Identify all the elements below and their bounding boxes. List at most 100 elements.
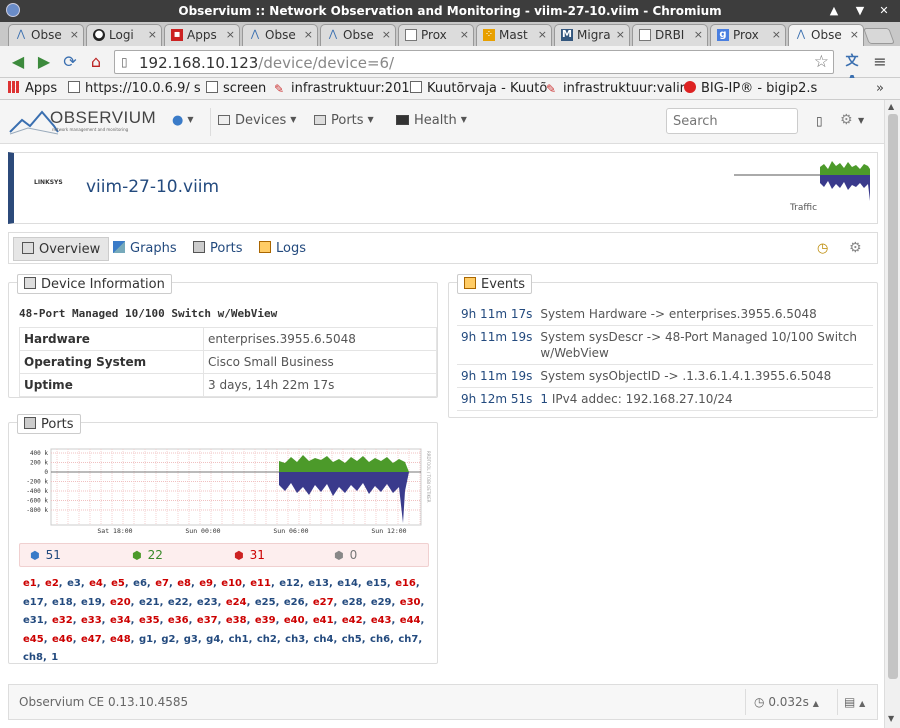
close-icon[interactable]: × — [226, 28, 235, 41]
bookmark-item[interactable]: https://10.0.6.9/ s — [68, 81, 201, 96]
port-link[interactable]: ch3 — [285, 634, 305, 645]
port-link[interactable]: e20 — [110, 597, 131, 608]
nav-ports[interactable]: Ports ▼ — [314, 113, 374, 128]
scroll-down-icon[interactable]: ▼ — [888, 714, 894, 723]
port-link[interactable]: e43 — [371, 615, 392, 626]
port-link[interactable]: ch7 — [398, 634, 418, 645]
mobile-icon[interactable]: ▯ — [816, 114, 823, 128]
port-link[interactable]: e22 — [168, 597, 189, 608]
translate-icon[interactable]: 文A — [842, 52, 862, 89]
browser-tab[interactable]: ▪ Apps × — [164, 24, 240, 46]
port-link[interactable]: e2 — [45, 578, 59, 589]
observium-logo[interactable]: OBSERVIUM network management and monitor… — [8, 106, 158, 138]
port-link[interactable]: ch2 — [257, 634, 277, 645]
port-link[interactable]: e19 — [81, 597, 102, 608]
port-link[interactable]: e37 — [197, 615, 218, 626]
device-hostname[interactable]: viim-27-10.viim — [86, 177, 219, 197]
bookmark-item[interactable]: BIG-IP® - bigip2.s — [684, 81, 817, 96]
port-link[interactable]: e25 — [255, 597, 276, 608]
address-bar[interactable]: ▯ 192.168.10.123/device/device=6/ ☆ — [114, 50, 834, 74]
tab-overview[interactable]: Overview — [13, 237, 110, 261]
port-link[interactable]: e30 — [400, 597, 421, 608]
port-link[interactable]: e4 — [89, 578, 103, 589]
port-link[interactable]: g2 — [161, 634, 175, 645]
port-link[interactable]: e39 — [255, 615, 276, 626]
ports-down-count[interactable]: ⬢ 31 — [234, 548, 265, 562]
clock-icon[interactable]: ◷ — [817, 241, 828, 256]
port-link[interactable]: ch1 — [229, 634, 249, 645]
port-link[interactable]: e1 — [23, 578, 37, 589]
port-link[interactable]: e44 — [400, 615, 421, 626]
port-link[interactable]: e15 — [366, 578, 387, 589]
window-up-icon[interactable]: ▲ — [826, 3, 842, 19]
close-icon[interactable]: × — [616, 28, 625, 41]
port-link[interactable]: e28 — [342, 597, 363, 608]
bookmark-star-icon[interactable]: ☆ — [814, 52, 829, 72]
port-link[interactable]: e17 — [23, 597, 44, 608]
port-link[interactable]: e8 — [177, 578, 191, 589]
port-link[interactable]: g3 — [184, 634, 198, 645]
port-link[interactable]: ch8 — [23, 652, 43, 663]
port-link[interactable]: e16 — [395, 578, 416, 589]
gear-icon[interactable]: ⚙ — [849, 240, 862, 256]
bookmark-item[interactable]: screen — [206, 81, 266, 96]
browser-tab[interactable]: g Prox × — [710, 24, 786, 46]
port-link[interactable]: e34 — [110, 615, 131, 626]
forward-icon[interactable]: ▶ — [34, 52, 54, 72]
port-link[interactable]: e47 — [81, 634, 102, 645]
port-link[interactable]: e21 — [139, 597, 160, 608]
event-port-link[interactable]: 1 — [540, 392, 548, 406]
port-link[interactable]: e46 — [52, 634, 73, 645]
port-link[interactable]: e42 — [342, 615, 363, 626]
ports-traffic-graph[interactable]: 400 k 200 k 0 -200 k -400 k -600 k -800 k Sat … — [23, 447, 435, 537]
port-link[interactable]: e24 — [226, 597, 247, 608]
port-link[interactable]: e26 — [284, 597, 305, 608]
port-link[interactable]: e23 — [197, 597, 218, 608]
address-url[interactable]: 192.168.10.123/device/device=6/ — [139, 54, 394, 72]
close-icon[interactable]: × — [460, 28, 469, 41]
port-link[interactable]: g4 — [206, 634, 220, 645]
close-icon[interactable]: × — [304, 28, 313, 41]
port-link[interactable]: g1 — [139, 634, 153, 645]
browser-tab[interactable]: M Migra × — [554, 24, 630, 46]
browser-tab[interactable]: ● Logi × — [86, 24, 162, 46]
port-link[interactable]: e12 — [279, 578, 300, 589]
bookmark-item[interactable]: Kuutõrvaja - Kuutõ — [410, 81, 547, 96]
page-info-icon[interactable]: ▯ — [121, 55, 128, 69]
close-icon[interactable]: × — [382, 28, 391, 41]
scrollbar-thumb[interactable] — [888, 114, 898, 679]
port-link[interactable]: e45 — [23, 634, 44, 645]
port-link[interactable]: e9 — [199, 578, 213, 589]
ports-total-count[interactable]: ⬢ 51 — [30, 548, 61, 562]
nav-health[interactable]: Health ▼ — [396, 113, 467, 128]
back-icon[interactable]: ◀ — [8, 52, 28, 72]
port-link[interactable]: ch4 — [313, 634, 333, 645]
port-link[interactable]: e13 — [308, 578, 329, 589]
bookmark-item[interactable]: ✎ infrastruktuur:valir — [546, 81, 685, 96]
port-link[interactable]: e33 — [81, 615, 102, 626]
browser-tab[interactable]: Prox × — [398, 24, 474, 46]
reload-icon[interactable]: ⟳ — [60, 52, 80, 72]
close-icon[interactable]: × — [148, 28, 157, 41]
port-link[interactable]: e29 — [371, 597, 392, 608]
port-link[interactable]: ch6 — [370, 634, 390, 645]
port-link[interactable]: e14 — [337, 578, 358, 589]
browser-tab-active[interactable]: ⋀ Obse × — [788, 24, 864, 46]
port-link[interactable]: e38 — [226, 615, 247, 626]
port-link[interactable]: e3 — [67, 578, 81, 589]
port-link[interactable]: e41 — [313, 615, 334, 626]
port-link[interactable]: e7 — [155, 578, 169, 589]
window-close-icon[interactable]: ✕ — [876, 3, 892, 19]
tab-logs[interactable]: Logs — [251, 237, 314, 261]
browser-tab[interactable]: ⋀ Obse × — [8, 24, 84, 46]
browser-tab[interactable]: DRBI × — [632, 24, 708, 46]
nav-devices[interactable]: Devices ▼ — [218, 113, 296, 128]
page-timing[interactable]: ◷ 0.032s ▲ — [745, 689, 837, 715]
ports-disabled-count[interactable]: ⬢ 0 — [334, 548, 357, 562]
port-link[interactable]: e11 — [250, 578, 271, 589]
browser-tab[interactable]: ⋀ Obse × — [320, 24, 396, 46]
port-link[interactable]: e31 — [23, 615, 44, 626]
port-link[interactable]: e40 — [284, 615, 305, 626]
port-link[interactable]: e18 — [52, 597, 73, 608]
globe-menu[interactable]: ● ▼ — [172, 113, 194, 128]
